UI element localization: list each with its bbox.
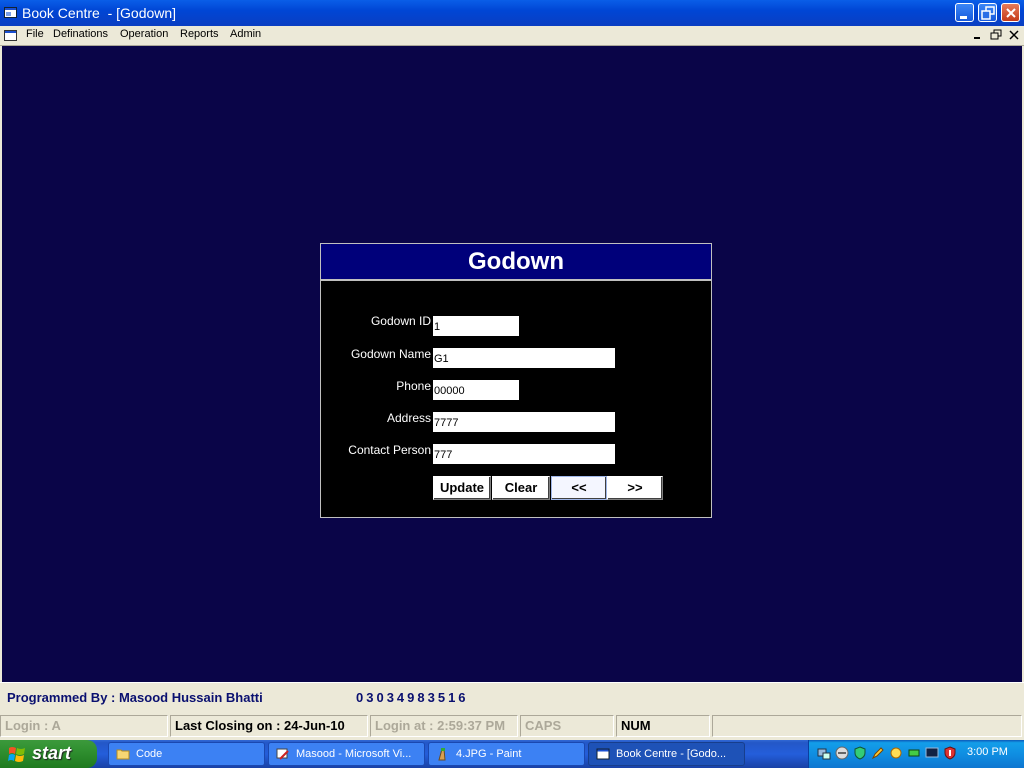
- caps-lock-panel: CAPS: [520, 715, 614, 737]
- safely-remove-icon[interactable]: [907, 746, 921, 760]
- taskbar-item-label: Masood - Microsoft Vi...: [296, 748, 412, 760]
- taskbar-item-label: Book Centre - [Godo...: [616, 748, 727, 760]
- app-window-icon: [596, 748, 610, 760]
- child-window-icon[interactable]: [4, 29, 17, 42]
- minimize-icon: [960, 16, 967, 19]
- start-label: start: [32, 743, 72, 763]
- godown-form: Godown Godown ID Godown Name Phone Addre…: [320, 243, 712, 518]
- taskbar: start Code Masood - Microsoft Vi... 4.JP…: [0, 740, 1024, 768]
- windows-logo-icon: [8, 747, 25, 762]
- contact-person-label: Contact Person: [348, 443, 431, 457]
- window-title-bar[interactable]: Book Centre - [Godown]: [0, 0, 1024, 26]
- form-title: Godown: [468, 248, 564, 275]
- menu-bar: File Definations Operation Reports Admin: [0, 26, 1024, 46]
- paint-icon: [438, 748, 446, 761]
- godown-id-label: Godown ID: [370, 314, 431, 328]
- status-empty-panel: [712, 715, 1022, 737]
- taskbar-item-label: 4.JPG - Paint: [456, 748, 522, 760]
- network-icon[interactable]: [817, 746, 831, 760]
- num-lock-panel: NUM: [616, 715, 710, 737]
- taskbar-item-paint[interactable]: 4.JPG - Paint: [428, 742, 585, 766]
- taskbar-item-label: Code: [136, 748, 163, 760]
- restore-button[interactable]: [978, 3, 997, 22]
- godown-name-input[interactable]: [433, 348, 615, 368]
- speaker-icon[interactable]: [835, 746, 849, 760]
- folder-icon: [116, 749, 130, 760]
- child-close-icon[interactable]: [1007, 28, 1021, 42]
- close-button[interactable]: [1001, 3, 1020, 22]
- programmer-phone: 03034983516: [356, 690, 469, 705]
- pencil-icon[interactable]: [871, 746, 885, 760]
- next-record-button[interactable]: >>: [607, 476, 663, 500]
- programmer-credit: Programmed By : Masood Hussain Bhatti: [7, 690, 263, 705]
- close-icon: [1006, 8, 1016, 18]
- menu-admin[interactable]: Admin: [230, 28, 261, 40]
- login-time-panel: Login at : 2:59:37 PM: [370, 715, 518, 737]
- menu-reports[interactable]: Reports: [180, 28, 219, 40]
- antivirus-icon[interactable]: [943, 746, 957, 760]
- system-tray: 3:00 PM: [808, 740, 1024, 768]
- monitor-icon[interactable]: [925, 746, 939, 760]
- taskbar-item-book-centre[interactable]: Book Centre - [Godo...: [588, 742, 745, 766]
- godown-name-label: Godown Name: [350, 347, 431, 361]
- start-button[interactable]: start: [0, 740, 97, 768]
- contact-person-input[interactable]: [433, 444, 615, 464]
- menu-file[interactable]: File: [26, 28, 44, 40]
- menu-operation[interactable]: Operation: [120, 28, 168, 40]
- menu-definations[interactable]: Definations: [53, 28, 108, 40]
- update-button[interactable]: Update: [433, 476, 491, 500]
- window-title: Book Centre - [Godown]: [22, 5, 177, 21]
- login-user-panel: Login : A: [0, 715, 168, 737]
- taskbar-item-code[interactable]: Code: [108, 742, 265, 766]
- previous-record-button[interactable]: <<: [551, 476, 607, 500]
- clear-button[interactable]: Clear: [492, 476, 550, 500]
- last-closing-panel: Last Closing on : 24-Jun-10: [170, 715, 368, 737]
- restore-icon: [981, 6, 995, 20]
- child-restore-icon[interactable]: [989, 28, 1003, 42]
- phone-label: Phone: [396, 379, 431, 393]
- phone-input[interactable]: [433, 380, 519, 400]
- address-label: Address: [386, 411, 431, 425]
- godown-id-input[interactable]: [433, 316, 519, 336]
- clock[interactable]: 3:00 PM: [967, 746, 1008, 758]
- form-header: Godown: [321, 244, 711, 281]
- address-input[interactable]: [433, 412, 615, 432]
- minimize-button[interactable]: [955, 3, 974, 22]
- taskbar-item-visual-studio[interactable]: Masood - Microsoft Vi...: [268, 742, 425, 766]
- update-icon[interactable]: [889, 746, 903, 760]
- status-bar: Login : A Last Closing on : 24-Jun-10 Lo…: [0, 712, 1024, 740]
- app-window-icon: [4, 7, 17, 18]
- child-minimize-icon[interactable]: [970, 28, 984, 42]
- shield-icon[interactable]: [853, 746, 867, 760]
- visual-studio-icon: [276, 748, 289, 760]
- credits-bar: Programmed By : Masood Hussain Bhatti 03…: [0, 682, 1024, 712]
